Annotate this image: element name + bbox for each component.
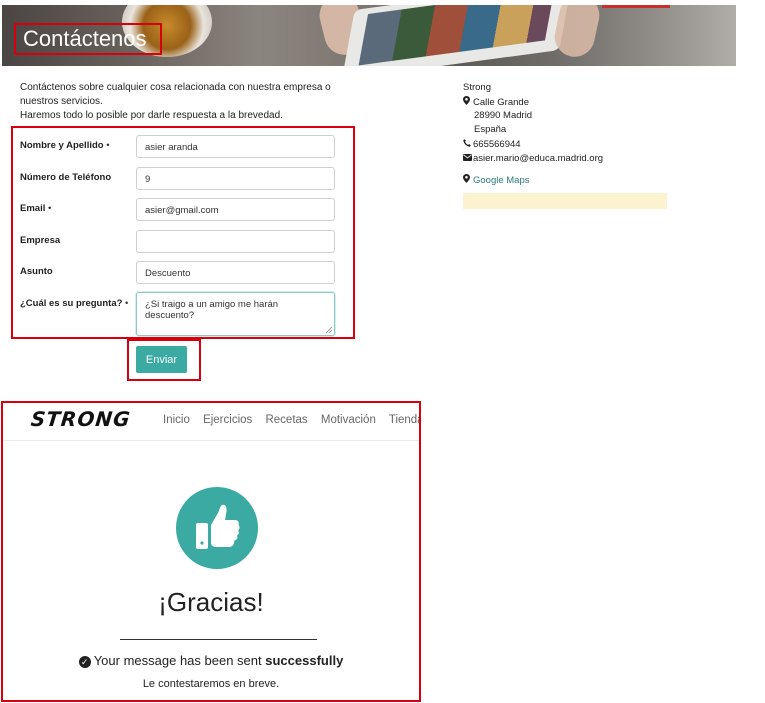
- email-input[interactable]: asier@gmail.com: [136, 198, 335, 221]
- question-label: ¿Cuál es su pregunta? •: [20, 298, 129, 309]
- notice-bar: [463, 193, 667, 209]
- maps-line: Google Maps: [463, 173, 683, 187]
- success-message: ✓ Your message has been sent successfully: [3, 653, 419, 668]
- nav-item-inicio[interactable]: Inicio: [163, 414, 190, 426]
- phone-input[interactable]: 9: [136, 167, 335, 190]
- phone-icon: [463, 137, 473, 151]
- reply-note: Le contestaremos en breve.: [142, 678, 280, 690]
- email-line: asier.mario@educa.madrid.org: [463, 151, 683, 165]
- page-banner: Contáctenos: [2, 5, 736, 66]
- nav-item-ejercicios[interactable]: Ejercicios: [203, 414, 252, 426]
- name-input[interactable]: asier aranda: [136, 135, 335, 158]
- intro-text: Contáctenos sobre cualquier cosa relacio…: [20, 81, 340, 123]
- map-marker-icon: [463, 95, 473, 109]
- tablet-image: [341, 5, 573, 66]
- company-name: Strong: [463, 82, 491, 93]
- google-maps-link[interactable]: Google Maps: [473, 175, 530, 186]
- country-line: España: [474, 124, 507, 135]
- resize-handle-icon[interactable]: [326, 327, 332, 333]
- nav-item-tienda[interactable]: Tienda: [389, 414, 419, 426]
- phone-line: 665566944: [463, 137, 683, 151]
- form-row-name: Nombre y Apellido • asier aranda: [20, 135, 350, 159]
- navbar: STRONG Inicio Ejercicios Recetas Motivac…: [3, 403, 419, 441]
- street-line: Calle Grande: [463, 95, 683, 109]
- map-marker-icon: [463, 173, 473, 187]
- question-text: ¿Si traigo a un amigo me harán descuento…: [145, 299, 279, 321]
- form-row-company: Empresa: [20, 230, 350, 254]
- hand-image-right: [550, 5, 604, 61]
- intro-line: Contáctenos sobre cualquier cosa relacio…: [20, 82, 331, 93]
- thanks-heading: ¡Gracias!: [158, 587, 264, 617]
- red-mark: [602, 5, 670, 8]
- divider: [120, 639, 317, 640]
- intro-line: nuestros servicios.: [20, 96, 103, 107]
- thank-you-panel: STRONG Inicio Ejercicios Recetas Motivac…: [1, 401, 421, 702]
- thumbs-up-icon: [176, 487, 258, 569]
- intro-line: Haremos todo lo posible por darle respue…: [20, 110, 283, 121]
- nav-item-motivacion[interactable]: Motivación: [321, 414, 376, 426]
- form-row-email: Email • asier@gmail.com: [20, 198, 350, 222]
- subject-label: Asunto: [20, 266, 53, 277]
- submit-button[interactable]: Enviar: [136, 346, 187, 373]
- form-row-phone: Número de Teléfono 9: [20, 167, 350, 191]
- contact-address: Strong Calle Grande 28990 Madrid España …: [463, 81, 683, 187]
- nav-links: Inicio Ejercicios Recetas Motivación Tie…: [163, 414, 419, 426]
- email-label: Email •: [20, 203, 52, 214]
- question-textarea[interactable]: ¿Si traigo a un amigo me harán descuento…: [136, 292, 335, 336]
- nav-item-recetas[interactable]: Recetas: [265, 414, 307, 426]
- company-input[interactable]: [136, 230, 335, 253]
- page-title: Contáctenos: [14, 23, 162, 55]
- check-circle-icon: ✓: [78, 656, 91, 668]
- company-label: Empresa: [20, 235, 61, 246]
- form-row-subject: Asunto Descuento: [20, 261, 350, 285]
- city-line: 28990 Madrid: [474, 110, 533, 121]
- phone-label: Número de Teléfono: [20, 172, 112, 183]
- envelope-icon: [463, 151, 473, 165]
- subject-input[interactable]: Descuento: [136, 261, 335, 284]
- site-logo[interactable]: STRONG: [30, 407, 132, 431]
- name-label: Nombre y Apellido •: [20, 140, 110, 151]
